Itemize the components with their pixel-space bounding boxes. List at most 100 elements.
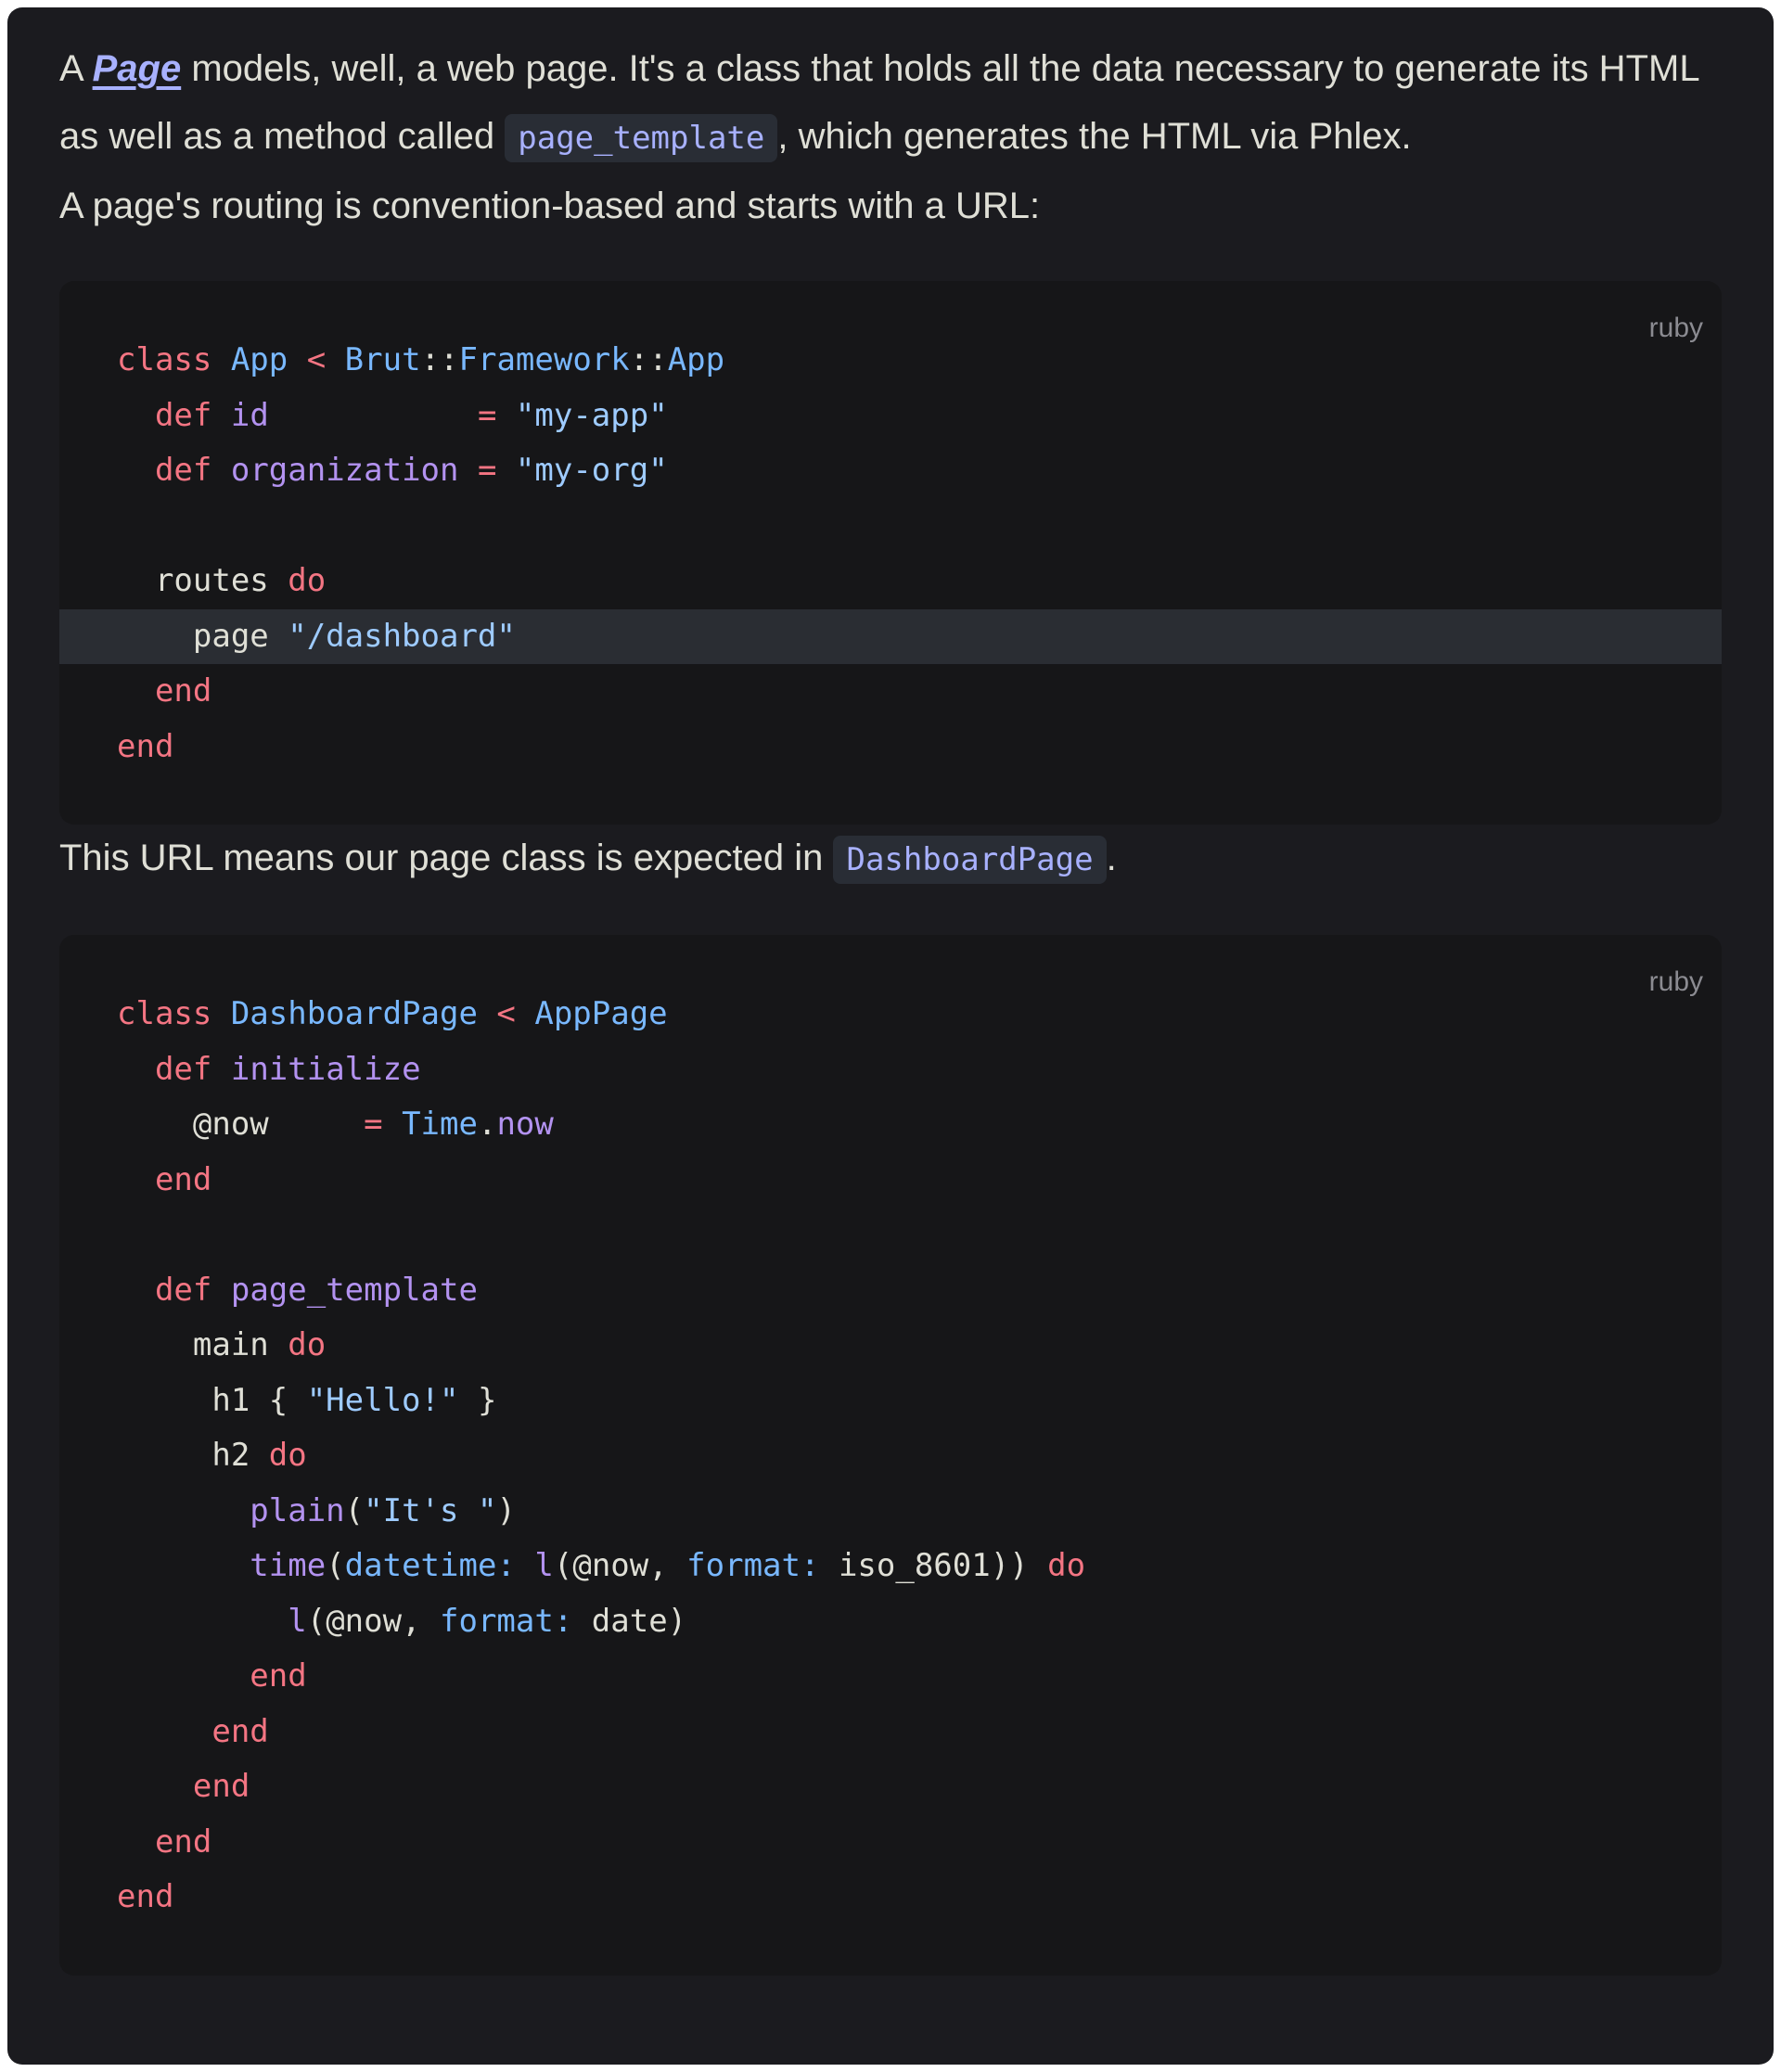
code-token: . — [477, 1106, 497, 1143]
code-token: time — [250, 1547, 327, 1584]
code-token: def — [154, 1050, 231, 1088]
code-token: = — [477, 396, 516, 434]
code-token: DashboardPage — [230, 995, 478, 1032]
code-token: :: — [420, 341, 459, 378]
code-line: @now = Time.now — [59, 1097, 1722, 1153]
code-line: end — [59, 720, 1722, 775]
code-line: end — [59, 1705, 1722, 1760]
code-token: = — [364, 1106, 403, 1143]
code-token: "It's " — [364, 1491, 497, 1529]
prose: A Page models, well, a web page. It's a … — [59, 35, 1722, 1976]
code-token: "my-org" — [515, 452, 668, 489]
code-token: < — [477, 995, 535, 1032]
code-line: end — [59, 664, 1722, 720]
code-token: plain — [250, 1491, 345, 1529]
code-token: h1 { — [117, 1381, 307, 1419]
code-line: class DashboardPage < AppPage — [59, 987, 1722, 1042]
code-token: h2 — [117, 1437, 269, 1474]
doc-panel: A Page models, well, a web page. It's a … — [7, 7, 1774, 2065]
code-line: def page_template — [59, 1263, 1722, 1319]
code-token: def — [154, 396, 231, 434]
class-location-paragraph: This URL means our page class is expecte… — [59, 825, 1722, 894]
intro-paragraph: A Page models, well, a web page. It's a … — [59, 35, 1722, 173]
code-token: "/dashboard" — [288, 617, 516, 655]
code-line: h1 { "Hello!" } — [59, 1374, 1722, 1429]
code-token: do — [1047, 1547, 1086, 1584]
code-line: routes do — [59, 554, 1722, 609]
code-token: App — [667, 341, 725, 378]
code-token: "Hello!" — [306, 1381, 459, 1419]
code-line: end — [59, 1759, 1722, 1815]
code-language-label: ruby — [1648, 313, 1703, 343]
intro-text-c: , which generates the HTML via Phlex. — [777, 116, 1412, 157]
code-language-label: ruby — [1648, 966, 1703, 997]
code-token: routes — [117, 562, 288, 599]
code-token: do — [268, 1437, 307, 1474]
code-token: organization — [230, 452, 459, 489]
code-line: plain("It's ") — [59, 1484, 1722, 1540]
code-line: def organization = "my-org" — [59, 443, 1722, 499]
code-body: class DashboardPage < AppPage def initia… — [59, 987, 1722, 1925]
code-block-dashboard-page: ruby class DashboardPage < AppPage def i… — [59, 935, 1722, 1976]
page-link[interactable]: Page — [93, 48, 182, 89]
code-token: App — [230, 341, 288, 378]
code-line: def initialize — [59, 1042, 1722, 1098]
code-token: initialize — [230, 1050, 421, 1088]
code-line: l(@now, format: date) — [59, 1594, 1722, 1650]
code-body: class App < Brut::Framework::App def id … — [59, 333, 1722, 774]
code-token: AppPage — [534, 995, 668, 1032]
code-line: time(datetime: l(@now, format: iso_8601)… — [59, 1539, 1722, 1594]
code-token: def — [154, 452, 231, 489]
code-line: class App < Brut::Framework::App — [59, 333, 1722, 389]
code-line: end — [59, 1815, 1722, 1871]
code-line: page "/dashboard" — [59, 608, 1722, 664]
code-line: main do — [59, 1318, 1722, 1374]
code-token: Framework — [458, 341, 630, 378]
code-token: end — [192, 1768, 250, 1805]
code-token: id — [230, 396, 269, 434]
code-token: ( — [344, 1491, 365, 1529]
code-token: end — [211, 1712, 269, 1750]
intro-text-a: A — [59, 48, 93, 89]
code-token: class — [117, 995, 231, 1032]
code-token: end — [154, 1160, 212, 1198]
code-line: end — [59, 1649, 1722, 1705]
code-token: page — [117, 617, 288, 655]
code-token: Brut — [344, 341, 421, 378]
code-token: ) — [496, 1491, 516, 1529]
code-line: end — [59, 1153, 1722, 1209]
code-token: (@now, — [306, 1602, 441, 1640]
code-token: format: — [686, 1547, 820, 1584]
code-token: do — [288, 562, 327, 599]
class-text-a: This URL means our page class is expecte… — [59, 838, 834, 878]
code-token: class — [117, 341, 231, 378]
code-token: = — [477, 452, 516, 489]
code-token: def — [154, 1271, 231, 1309]
code-token: } — [458, 1381, 497, 1419]
code-token: date) — [572, 1602, 687, 1640]
code-token: end — [250, 1657, 307, 1695]
inline-code-page-template: page_template — [505, 114, 778, 162]
code-line: ​ — [59, 499, 1722, 555]
code-token: @now — [117, 1106, 365, 1143]
code-token: do — [288, 1326, 327, 1363]
code-token: end — [117, 1878, 174, 1915]
code-token: now — [496, 1106, 554, 1143]
code-line: ​ — [59, 1208, 1722, 1263]
code-token: "my-app" — [515, 396, 668, 434]
code-block-routes: ruby class App < Brut::Framework::App de… — [59, 281, 1722, 825]
